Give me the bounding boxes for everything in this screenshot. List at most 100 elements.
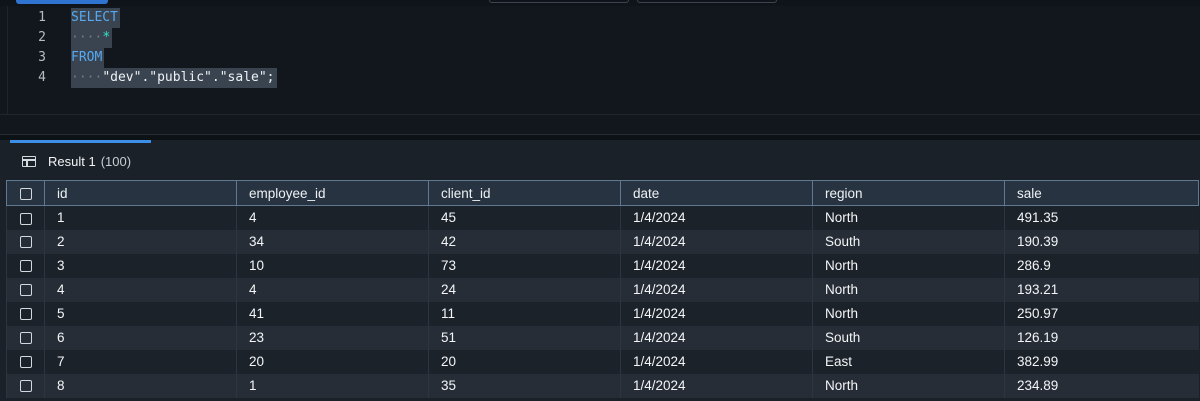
table-cell-id[interactable]: 6 [44, 325, 237, 350]
table-cell-date[interactable]: 1/4/2024 [620, 253, 813, 278]
toolbar-button[interactable] [637, 0, 777, 3]
code-text[interactable]: FROM [71, 48, 105, 68]
table-row[interactable]: 8 1 35 1/4/2024 North 234.89 [6, 373, 1199, 398]
row-checkbox-cell[interactable] [6, 349, 45, 374]
header-row: id employee_id client_id date region sal… [6, 180, 1199, 206]
table-cell-client-id[interactable]: 24 [428, 277, 621, 302]
table-cell-employee-id[interactable]: 10 [236, 253, 429, 278]
toolbar-button[interactable] [489, 0, 629, 3]
code-line[interactable]: 1 SELECT [0, 8, 1200, 28]
column-header-client-id[interactable]: client_id [428, 180, 621, 206]
code-text[interactable]: ····* [71, 28, 113, 48]
table-row[interactable]: 5 41 11 1/4/2024 North 250.97 [6, 301, 1199, 326]
table-cell-id[interactable]: 8 [44, 373, 237, 398]
row-checkbox-cell[interactable] [6, 253, 45, 278]
column-header-employee-id[interactable]: employee_id [236, 180, 429, 206]
table-cell-client-id[interactable]: 35 [428, 373, 621, 398]
row-checkbox[interactable] [19, 260, 32, 273]
row-checkbox-cell[interactable] [6, 325, 45, 350]
table-cell-region[interactable]: South [812, 229, 1005, 254]
table-cell-date[interactable]: 1/4/2024 [620, 301, 813, 326]
row-checkbox-cell[interactable] [6, 373, 45, 398]
column-header-id[interactable]: id [44, 180, 237, 206]
table-cell-sale[interactable]: 382.99 [1004, 349, 1199, 374]
table-row[interactable]: 2 34 42 1/4/2024 South 190.39 [6, 229, 1199, 254]
table-row[interactable]: 6 23 51 1/4/2024 South 126.19 [6, 325, 1199, 350]
table-cell-sale[interactable]: 193.21 [1004, 277, 1199, 302]
row-checkbox[interactable] [19, 380, 32, 393]
table-cell-region[interactable]: North [812, 277, 1005, 302]
row-checkbox-cell[interactable] [6, 301, 45, 326]
keyword: FROM [71, 50, 103, 65]
table-cell-sale[interactable]: 234.89 [1004, 373, 1199, 398]
table-cell-employee-id[interactable]: 34 [236, 229, 429, 254]
table-cell-sale[interactable]: 286.9 [1004, 253, 1199, 278]
code-text[interactable]: SELECT [71, 8, 120, 28]
row-checkbox[interactable] [19, 284, 32, 297]
table-cell-client-id[interactable]: 51 [428, 325, 621, 350]
table-cell-date[interactable]: 1/4/2024 [620, 349, 813, 374]
table-cell-date[interactable]: 1/4/2024 [620, 373, 813, 398]
table-cell-employee-id[interactable]: 4 [236, 205, 429, 230]
row-checkbox[interactable] [19, 236, 32, 249]
row-checkbox-cell[interactable] [6, 277, 45, 302]
row-count: (100) [100, 154, 132, 169]
table-row[interactable]: 1 4 45 1/4/2024 North 491.35 [6, 205, 1199, 230]
column-header-sale[interactable]: sale [1004, 180, 1199, 206]
table-cell-region[interactable]: East [812, 349, 1005, 374]
table-cell-date[interactable]: 1/4/2024 [620, 277, 813, 302]
table-cell-employee-id[interactable]: 20 [236, 349, 429, 374]
table-cell-region[interactable]: North [812, 373, 1005, 398]
column-header-date[interactable]: date [620, 180, 813, 206]
select-star: * [102, 30, 111, 45]
table-cell-id[interactable]: 3 [44, 253, 237, 278]
table-cell-region[interactable]: South [812, 325, 1005, 350]
row-checkbox[interactable] [19, 332, 32, 345]
table-cell-date[interactable]: 1/4/2024 [620, 229, 813, 254]
table-row[interactable]: 7 20 20 1/4/2024 East 382.99 [6, 349, 1199, 374]
table-cell-client-id[interactable]: 73 [428, 253, 621, 278]
row-checkbox[interactable] [19, 356, 32, 369]
table-cell-sale[interactable]: 250.97 [1004, 301, 1199, 326]
table-cell-client-id[interactable]: 11 [428, 301, 621, 326]
table-cell-date[interactable]: 1/4/2024 [620, 325, 813, 350]
table-cell-id[interactable]: 7 [44, 349, 237, 374]
table-cell-sale[interactable]: 190.39 [1004, 229, 1199, 254]
row-checkbox-cell[interactable] [6, 205, 45, 230]
table-cell-employee-id[interactable]: 41 [236, 301, 429, 326]
row-checkbox-cell[interactable] [6, 229, 45, 254]
column-header-region[interactable]: region [812, 180, 1005, 206]
table-cell-id[interactable]: 5 [44, 301, 237, 326]
select-all-checkbox-cell[interactable] [6, 180, 45, 206]
select-all-checkbox[interactable] [19, 187, 32, 200]
code-line[interactable]: 3 FROM [0, 48, 1200, 68]
line-number: 2 [38, 30, 46, 45]
table-cell-date[interactable]: 1/4/2024 [620, 205, 813, 230]
table-cell-sale[interactable]: 491.35 [1004, 205, 1199, 230]
table-cell-client-id[interactable]: 42 [428, 229, 621, 254]
table-cell-client-id[interactable]: 20 [428, 349, 621, 374]
table-cell-id[interactable]: 4 [44, 277, 237, 302]
table-cell-id[interactable]: 1 [44, 205, 237, 230]
table-icon [22, 156, 36, 167]
code-text[interactable]: ····"dev"."public"."sale"; [71, 68, 277, 88]
table-cell-client-id[interactable]: 45 [428, 205, 621, 230]
table-cell-employee-id[interactable]: 4 [236, 277, 429, 302]
results-panel: Result 1 (100) id employee_id client_id … [0, 140, 1200, 401]
table-cell-employee-id[interactable]: 1 [236, 373, 429, 398]
table-row[interactable]: 3 10 73 1/4/2024 North 286.9 [6, 253, 1199, 278]
table-row[interactable]: 4 4 24 1/4/2024 North 193.21 [6, 277, 1199, 302]
row-checkbox[interactable] [19, 308, 32, 321]
row-checkbox[interactable] [19, 212, 32, 225]
sql-editor[interactable]: 1 SELECT 2 ····* 3 FROM 4 ····"dev"."pub… [0, 6, 1200, 114]
code-line[interactable]: 2 ····* [0, 28, 1200, 48]
tab-label: Result 1 [48, 154, 96, 169]
table-cell-employee-id[interactable]: 23 [236, 325, 429, 350]
table-cell-region[interactable]: North [812, 205, 1005, 230]
tab-result-1[interactable]: Result 1 (100) [10, 140, 151, 180]
code-line[interactable]: 4 ····"dev"."public"."sale"; [0, 68, 1200, 88]
table-cell-id[interactable]: 2 [44, 229, 237, 254]
table-cell-region[interactable]: North [812, 301, 1005, 326]
table-cell-sale[interactable]: 126.19 [1004, 325, 1199, 350]
table-cell-region[interactable]: North [812, 253, 1005, 278]
